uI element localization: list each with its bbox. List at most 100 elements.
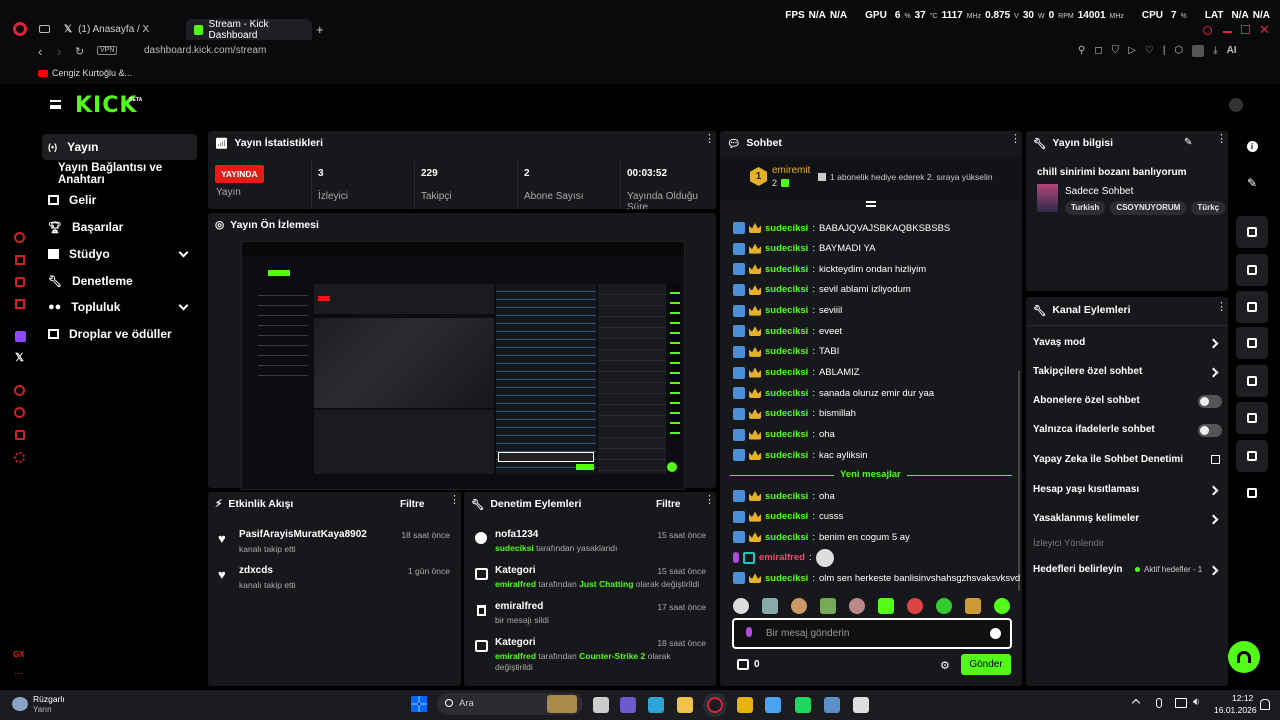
emote-icon[interactable]: [820, 598, 836, 614]
x-rail-icon[interactable]: 𝕏: [15, 351, 24, 364]
mod-item[interactable]: Kategori emiralfred tarafından Just Chat…: [474, 564, 710, 594]
chat-username[interactable]: sudeciksi: [765, 388, 808, 399]
pin-icon[interactable]: ⚲: [1078, 45, 1085, 57]
more-options-icon[interactable]: ⋮: [704, 134, 715, 145]
forward-icon[interactable]: ›: [57, 44, 61, 59]
more-options-icon[interactable]: ⋮: [704, 495, 715, 506]
notification-icon[interactable]: [1260, 699, 1270, 710]
chat-message[interactable]: sudeciksi: cusss: [733, 509, 843, 525]
more-options-icon[interactable]: ⋮: [1216, 302, 1227, 313]
emote-icon[interactable]: [936, 598, 952, 614]
tag[interactable]: Turkish: [1065, 201, 1106, 215]
start-button[interactable]: [411, 696, 427, 712]
close-icon[interactable]: ✕: [1259, 22, 1270, 38]
heart-icon[interactable]: ♡: [1145, 45, 1154, 57]
nav-item-droplar[interactable]: Droplar ve ödüller: [42, 321, 197, 347]
menu-icon[interactable]: [50, 100, 61, 109]
channel-action-7[interactable]: Yasaklanmış kelimeler: [1033, 513, 1139, 524]
chat-username[interactable]: sudeciksi: [765, 346, 808, 357]
download-icon[interactable]: ⤓: [1213, 45, 1217, 57]
stream-preview-video[interactable]: [241, 241, 685, 490]
chat-username[interactable]: sudeciksi: [765, 367, 808, 378]
chat-scrollbar[interactable]: [1018, 371, 1020, 591]
chat-message[interactable]: sudeciksi: oha: [733, 427, 835, 443]
filter-button[interactable]: Filtre: [656, 499, 680, 510]
more-icon[interactable]: ···: [14, 668, 23, 678]
chat-message[interactable]: sudeciksi: kickteydim ondan hizliyim: [733, 261, 926, 277]
emote-icon[interactable]: [994, 598, 1010, 614]
chat-message[interactable]: sudeciksi: BABAJQVAJSBKAQBKSBSBS: [733, 220, 950, 236]
community-button[interactable]: [1236, 477, 1268, 509]
rail-icon-4[interactable]: [15, 299, 25, 309]
send-button[interactable]: Gönder: [961, 654, 1011, 675]
mod-item[interactable]: nofa1234 sudeciksi tarafından yasaklandı…: [474, 528, 710, 558]
more-options-icon[interactable]: ⋮: [449, 495, 460, 506]
channel-action-5[interactable]: Yapay Zeka ile Sohbet Denetimi: [1033, 454, 1183, 465]
document-button[interactable]: [1236, 291, 1268, 323]
gx-icon[interactable]: GX: [13, 650, 25, 659]
nav-item-yayin[interactable]: (•) Yayın: [42, 134, 197, 160]
mod-item[interactable]: Kategori emiralfred tarafından Counter-S…: [474, 636, 710, 676]
chat-username[interactable]: emiralfred: [759, 552, 805, 563]
chat-username[interactable]: sudeciksi: [765, 223, 808, 234]
minimize-icon[interactable]: [1223, 31, 1232, 33]
emote-icon[interactable]: [907, 598, 923, 614]
settings-icon[interactable]: [14, 452, 25, 463]
mic-icon[interactable]: [746, 627, 752, 637]
emote-icon[interactable]: [965, 598, 981, 614]
weather-icon[interactable]: [12, 697, 28, 711]
chat-message[interactable]: sudeciksi: TABI: [733, 344, 839, 360]
nav-item-studyo[interactable]: Stüdyo: [42, 241, 197, 267]
extensions-rail-icon[interactable]: [15, 430, 25, 440]
clock-date[interactable]: 16.01.2026: [1214, 705, 1257, 715]
store-icon[interactable]: [765, 697, 781, 713]
profile-icon[interactable]: [1192, 45, 1205, 57]
emote-icon[interactable]: [878, 598, 894, 614]
chat-username[interactable]: sudeciksi: [765, 264, 808, 275]
more-options-icon[interactable]: ⋮: [1216, 134, 1227, 145]
snapshot-icon[interactable]: ◻: [1094, 45, 1102, 57]
pinned-toggle-icon[interactable]: [866, 201, 876, 207]
emote-icon[interactable]: [791, 598, 807, 614]
chat-message[interactable]: sudeciksi: ABLAMIZ: [733, 365, 860, 381]
chat-username[interactable]: sudeciksi: [765, 429, 808, 440]
nav-item-topluluk[interactable]: ●● Topluluk: [42, 294, 197, 320]
chat-settings-button[interactable]: [1236, 327, 1268, 359]
maximize-icon[interactable]: [1241, 25, 1250, 34]
bookmark-item[interactable]: Cengiz Kurtoğlu &...: [38, 68, 132, 78]
chat-username[interactable]: sudeciksi: [765, 284, 808, 295]
channel-action-1[interactable]: Yavaş mod: [1033, 337, 1085, 348]
chat-message[interactable]: sudeciksi: benim en cogum 5 ay: [733, 529, 910, 545]
play-icon[interactable]: ▷: [1128, 45, 1136, 57]
emote-icon[interactable]: [849, 598, 865, 614]
tag[interactable]: Türkç: [1191, 201, 1225, 215]
nav-item-gelir[interactable]: Gelir: [42, 187, 197, 213]
info-button[interactable]: i: [1236, 130, 1268, 162]
channel-points-icon[interactable]: [737, 659, 749, 670]
opera-gx-taskbar-icon[interactable]: [703, 693, 727, 717]
twitch-icon[interactable]: [15, 331, 26, 342]
chrome-icon[interactable]: [737, 697, 753, 713]
activity-item[interactable]: ♥ PasifArayisMuratKaya8902 kanalı takip …: [218, 528, 454, 556]
chat-message[interactable]: sudeciksi: olm sen herkeste banlisinvshah…: [733, 570, 1020, 586]
network-icon[interactable]: [1175, 698, 1187, 708]
rail-icon-3[interactable]: [15, 277, 25, 287]
chat-username[interactable]: sudeciksi: [765, 408, 808, 419]
channel-action-9[interactable]: Hedefleri belirleyin: [1033, 564, 1122, 575]
taskbar-search[interactable]: Ara: [437, 693, 583, 715]
chat-username[interactable]: sudeciksi: [765, 243, 808, 254]
chat-message[interactable]: sudeciksi: oha: [733, 488, 835, 504]
mod-item[interactable]: emiralfred bir mesajı sildi 17 saat önce: [474, 600, 710, 630]
chat-username[interactable]: sudeciksi: [765, 573, 808, 584]
emoji-icon[interactable]: [990, 628, 1001, 639]
chat-message[interactable]: sudeciksi: eveet: [733, 323, 842, 339]
chat-username[interactable]: sudeciksi: [765, 511, 808, 522]
chat-message[interactable]: sudeciksi: BAYMADI YA: [733, 241, 875, 257]
stream-settings-button[interactable]: [1236, 402, 1268, 434]
m365-icon[interactable]: [620, 697, 636, 713]
user-avatar[interactable]: [1229, 98, 1243, 112]
edit-stream-button[interactable]: ✎: [1236, 167, 1268, 199]
chat-message[interactable]: sudeciksi: seviiil: [733, 303, 842, 319]
opera-logo-icon[interactable]: [13, 22, 27, 36]
top-gifter-name[interactable]: emiremit: [772, 165, 810, 176]
